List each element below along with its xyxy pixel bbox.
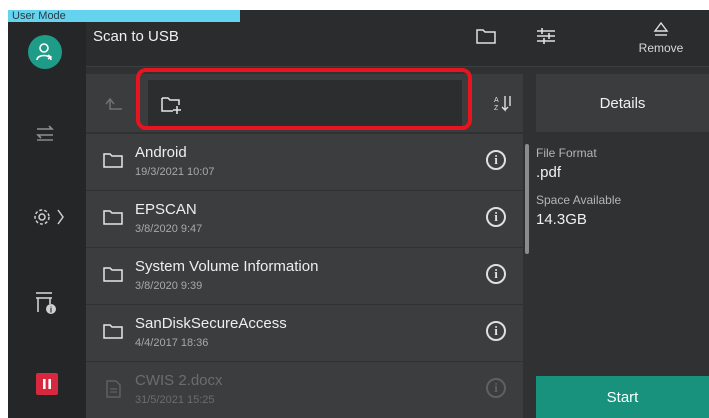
file-name: CWIS 2.docx (135, 372, 223, 389)
file-list: Android 19/3/2021 10:07 i EPSCAN 3/8/202… (86, 134, 523, 418)
svg-text:Z: Z (494, 105, 499, 112)
list-item[interactable]: Android 19/3/2021 10:07 i (86, 134, 523, 190)
up-arrow-icon[interactable] (102, 96, 124, 117)
remove-label: Remove (638, 41, 684, 55)
chevron-right-icon (57, 209, 64, 225)
list-item[interactable]: EPSCAN 3/8/2020 9:47 i (86, 191, 523, 247)
file-date: 4/4/2017 18:36 (135, 337, 209, 349)
eject-icon (653, 21, 669, 36)
file-name: EPSCAN (135, 201, 197, 218)
user-avatar-button[interactable] (28, 35, 62, 69)
details-panel: File Format .pdf Space Available 14.3GB (536, 136, 709, 376)
job-status-icon[interactable]: i (34, 290, 58, 321)
details-button[interactable]: Details (536, 74, 709, 132)
page-title: Scan to USB (93, 28, 179, 45)
remove-button[interactable]: Remove (613, 10, 709, 66)
folder-icon (102, 208, 124, 231)
svg-text:i: i (50, 306, 52, 315)
start-button[interactable]: Start (536, 376, 709, 418)
info-icon[interactable]: i (486, 207, 506, 227)
file-date: 19/3/2021 10:07 (135, 166, 215, 178)
sliders-icon[interactable] (535, 26, 557, 51)
folder-icon[interactable] (475, 26, 497, 51)
settings-menu-button[interactable] (32, 206, 68, 233)
file-name: SanDiskSecureAccess (135, 315, 287, 332)
gear-icon (34, 209, 50, 225)
stop-button[interactable] (36, 373, 58, 395)
file-format-value: .pdf (536, 164, 562, 181)
folder-icon (102, 265, 124, 288)
path-bar (86, 74, 523, 132)
current-folder-field[interactable] (148, 80, 462, 130)
file-name: System Volume Information (135, 258, 319, 275)
space-available-value: 14.3GB (536, 211, 587, 228)
folder-icon (102, 322, 124, 345)
document-icon (102, 379, 124, 404)
new-folder-icon (160, 95, 184, 120)
left-rail: i (8, 10, 86, 418)
info-icon: i (486, 378, 506, 398)
list-item[interactable]: CWIS 2.docx 31/5/2021 15:25 i (86, 362, 523, 418)
info-icon[interactable]: i (486, 321, 506, 341)
info-icon[interactable]: i (486, 150, 506, 170)
user-mode-banner: User Mode (8, 10, 240, 22)
file-date: 3/8/2020 9:47 (135, 223, 203, 235)
device-screen: i Scan to USB Remove A Z Details Android… (8, 10, 709, 418)
file-format-label: File Format (536, 146, 597, 160)
list-item[interactable]: SanDiskSecureAccess 4/4/2017 18:36 i (86, 305, 523, 361)
svg-text:A: A (494, 97, 499, 104)
file-date: 31/5/2021 15:25 (135, 394, 215, 406)
list-item[interactable]: System Volume Information 3/8/2020 9:39 … (86, 248, 523, 304)
user-icon (36, 43, 53, 61)
sort-button[interactable]: A Z (478, 74, 530, 132)
space-available-label: Space Available (536, 193, 622, 207)
file-name: Android (135, 144, 187, 161)
info-icon[interactable]: i (486, 264, 506, 284)
transfer-icon[interactable] (34, 122, 56, 147)
scrollbar[interactable] (525, 144, 529, 254)
pause-icon (43, 379, 51, 389)
sort-icon: A Z (494, 96, 511, 112)
folder-icon (102, 151, 124, 174)
file-date: 3/8/2020 9:39 (135, 280, 203, 292)
